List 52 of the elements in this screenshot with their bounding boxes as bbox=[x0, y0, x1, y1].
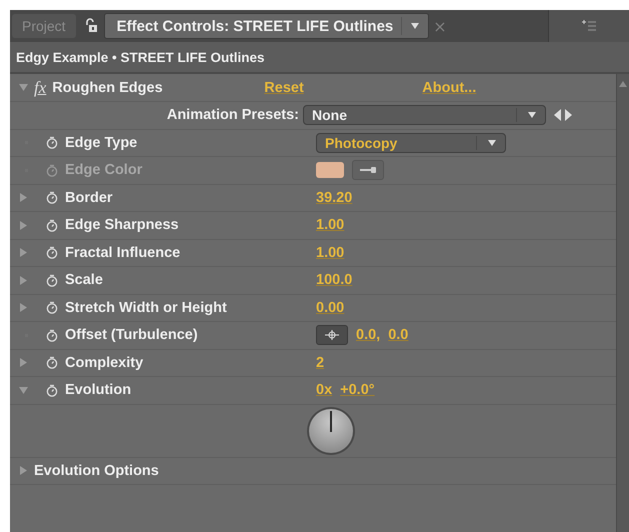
stopwatch-icon[interactable] bbox=[46, 301, 58, 314]
property-label: Evolution bbox=[65, 382, 132, 398]
property-label: Complexity bbox=[65, 354, 144, 371]
fx-label: fx bbox=[34, 78, 46, 98]
dropdown-arrow-icon[interactable] bbox=[527, 111, 537, 120]
dropdown-arrow-icon[interactable] bbox=[487, 138, 497, 147]
dropdown-arrow-icon[interactable] bbox=[410, 22, 420, 30]
stopwatch-icon[interactable] bbox=[46, 356, 58, 370]
property-label: Fractal Influence bbox=[65, 244, 180, 261]
value-field[interactable]: 0x bbox=[316, 382, 332, 398]
stopwatch-icon[interactable] bbox=[46, 274, 58, 287]
previous-arrow-icon[interactable] bbox=[554, 109, 562, 122]
about-link[interactable]: About... bbox=[422, 80, 476, 96]
value-field[interactable]: 100.0 bbox=[316, 272, 352, 288]
property-label: Offset (Turbulence) bbox=[65, 327, 198, 344]
value-field[interactable]: 0.0 bbox=[388, 327, 408, 344]
stopwatch-icon[interactable] bbox=[46, 218, 58, 232]
value-field[interactable]: 1.00 bbox=[316, 217, 344, 234]
scroll-up-icon[interactable] bbox=[618, 80, 628, 88]
property-label: Edge Sharpness bbox=[65, 217, 179, 234]
value-field[interactable]: 1.00 bbox=[316, 244, 344, 261]
property-label: Evolution Options bbox=[34, 462, 159, 479]
property-label: Stretch Width or Height bbox=[65, 300, 227, 316]
stopwatch-icon[interactable] bbox=[46, 246, 58, 260]
panel-menu-icon[interactable] bbox=[581, 20, 597, 32]
close-button[interactable]: × bbox=[433, 16, 447, 36]
preset-dropdown[interactable]: None bbox=[303, 105, 546, 126]
crosshair-icon[interactable] bbox=[325, 330, 339, 340]
tab[interactable]: Effect Controls: STREET LIFE Outlines bbox=[104, 13, 430, 39]
reset-link[interactable]: Reset bbox=[264, 80, 422, 96]
crosshair-button[interactable] bbox=[316, 325, 348, 346]
effect-name: Roughen Edges bbox=[52, 80, 164, 96]
tab[interactable]: Project bbox=[12, 14, 76, 38]
value-field[interactable]: 0.0, bbox=[356, 327, 380, 344]
rotation-dial[interactable] bbox=[306, 406, 356, 456]
property-label: Edge Type bbox=[65, 134, 138, 151]
property-label: Edge Color bbox=[65, 162, 142, 178]
stopwatch-icon[interactable] bbox=[46, 191, 58, 204]
value-field[interactable]: 0.00 bbox=[316, 300, 344, 316]
stopwatch-icon[interactable] bbox=[46, 384, 58, 397]
stopwatch-icon[interactable] bbox=[46, 136, 58, 150]
value-field[interactable]: 39.20 bbox=[316, 190, 352, 206]
property-label: Scale bbox=[65, 272, 103, 288]
value-field[interactable]: +0.0° bbox=[340, 382, 375, 398]
property-label: Border bbox=[65, 190, 113, 206]
field-label: Animation Presets: bbox=[166, 107, 300, 124]
value-field[interactable]: 2 bbox=[316, 354, 324, 371]
lock-icon[interactable] bbox=[84, 18, 98, 34]
breadcrumb: Edgy Example • STREET LIFE Outlines bbox=[16, 50, 265, 64]
stopwatch-icon[interactable] bbox=[46, 328, 58, 342]
next-arrow-icon[interactable] bbox=[564, 109, 572, 122]
dropdown[interactable]: Photocopy bbox=[316, 132, 506, 153]
